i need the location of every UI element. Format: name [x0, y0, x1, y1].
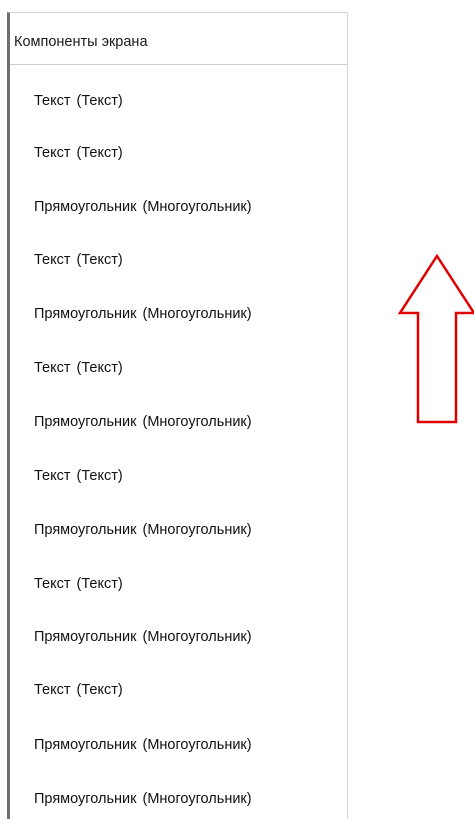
list-item[interactable]: Текст (Текст) — [34, 137, 123, 169]
item-type: (Текст) — [76, 682, 123, 698]
item-type: (Многоугольник) — [142, 629, 252, 645]
item-name: Прямоугольник — [34, 199, 137, 215]
item-type: (Многоугольник) — [142, 414, 252, 430]
item-name: Прямоугольник — [34, 306, 137, 322]
up-arrow-icon — [398, 254, 474, 424]
item-name: Текст — [34, 576, 71, 592]
item-name: Текст — [34, 682, 71, 698]
item-name: Прямоугольник — [34, 737, 137, 753]
item-name: Текст — [34, 252, 71, 268]
item-name: Текст — [34, 468, 71, 484]
list-item[interactable]: Прямоугольник (Многоугольник) — [34, 729, 252, 761]
list-item[interactable]: Прямоугольник (Многоугольник) — [34, 621, 252, 653]
list-item[interactable]: Текст (Текст) — [34, 85, 123, 117]
item-type: (Текст) — [76, 360, 123, 376]
item-type: (Многоугольник) — [142, 522, 252, 538]
item-type: (Многоугольник) — [142, 737, 252, 753]
list-item[interactable]: Текст (Текст) — [34, 460, 123, 492]
components-list: Текст (Текст) Текст (Текст) Прямоугольник (… — [10, 65, 347, 819]
list-item[interactable]: Текст (Текст) — [34, 244, 123, 276]
list-item[interactable]: Прямоугольник (Многоугольник) — [34, 406, 252, 438]
item-type: (Многоугольник) — [142, 791, 252, 807]
item-name: Прямоугольник — [34, 629, 137, 645]
item-type: (Текст) — [76, 93, 123, 109]
list-item[interactable]: Текст (Текст) — [34, 568, 123, 600]
item-type: (Многоугольник) — [142, 306, 252, 322]
panel-title: Компоненты экрана — [10, 13, 347, 65]
item-type: (Текст) — [76, 576, 123, 592]
item-type: (Текст) — [76, 145, 123, 161]
list-item[interactable]: Прямоугольник (Многоугольник) — [34, 191, 252, 223]
list-item[interactable]: Прямоугольник (Многоугольник) — [34, 514, 252, 546]
screen-components-panel: Компоненты экрана Текст (Текст) Текст (Тек… — [7, 12, 348, 819]
item-name: Прямоугольник — [34, 791, 137, 807]
item-type: (Текст) — [76, 252, 123, 268]
item-name: Текст — [34, 145, 71, 161]
item-type: (Многоугольник) — [142, 199, 252, 215]
item-name: Прямоугольник — [34, 522, 137, 538]
item-name: Текст — [34, 93, 71, 109]
list-item[interactable]: Текст (Текст) — [34, 352, 123, 384]
list-item[interactable]: Прямоугольник (Многоугольник) — [34, 298, 252, 330]
item-type: (Текст) — [76, 468, 123, 484]
list-item[interactable]: Прямоугольник (Многоугольник) — [34, 783, 252, 815]
list-item[interactable]: Текст (Текст) — [34, 674, 123, 706]
item-name: Текст — [34, 360, 71, 376]
screenshot-page: Компоненты экрана Текст (Текст) Текст (Тек… — [0, 0, 474, 819]
item-name: Прямоугольник — [34, 414, 137, 430]
